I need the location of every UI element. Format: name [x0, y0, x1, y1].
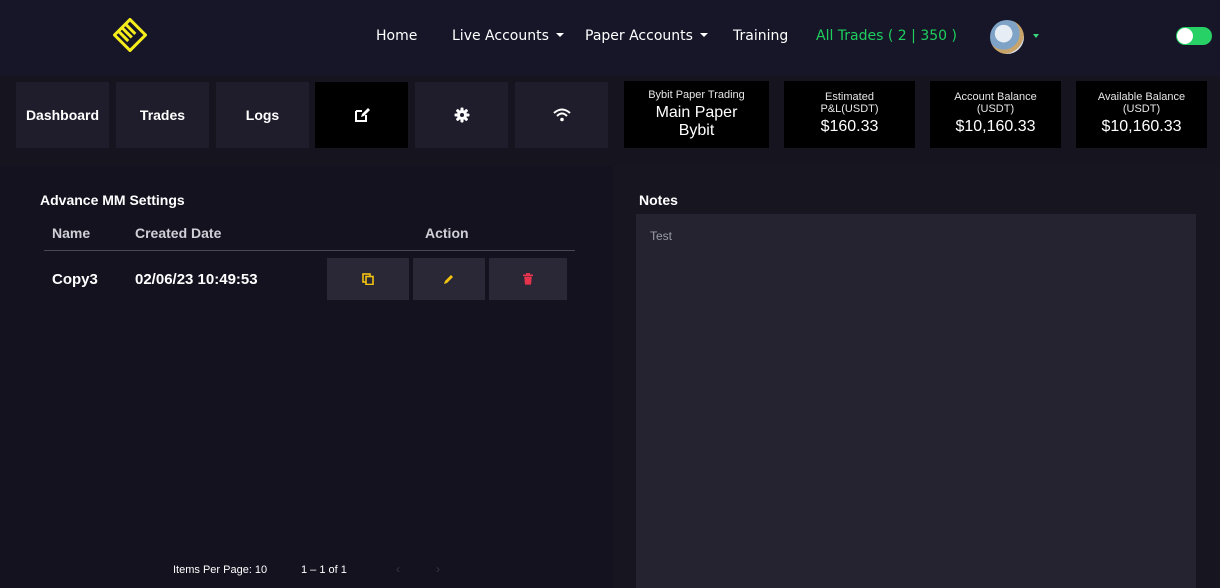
- panel-divider: [613, 166, 621, 588]
- row-name: Copy3: [52, 271, 98, 288]
- account-exchange: Bybit: [678, 122, 715, 139]
- copy-button[interactable]: [327, 258, 409, 300]
- trash-icon: [523, 273, 533, 285]
- items-per-page[interactable]: Items Per Page: 10: [173, 564, 267, 576]
- edit-row-button[interactable]: [413, 258, 485, 300]
- nav-live-accounts[interactable]: Live Accounts: [452, 28, 564, 44]
- copy-icon: [362, 273, 374, 285]
- available-balance-card: Available Balance (USDT) $10,160.33: [1076, 81, 1207, 148]
- pnl-label: Estimated: [825, 91, 874, 103]
- account-balance-card: Account Balance (USDT) $10,160.33: [930, 81, 1061, 148]
- tab-dashboard[interactable]: Dashboard: [16, 82, 109, 148]
- nav-paper-accounts[interactable]: Paper Accounts: [585, 28, 708, 44]
- chevron-left-icon[interactable]: ‹: [396, 562, 400, 576]
- account-balance-unit: (USDT): [976, 103, 1015, 115]
- tab-trades[interactable]: Trades: [116, 82, 209, 148]
- delete-button[interactable]: [489, 258, 567, 300]
- theme-toggle[interactable]: [1176, 27, 1212, 45]
- account-type-label: Bybit Paper Trading: [648, 89, 745, 101]
- account-balance-label: Account Balance: [954, 91, 1037, 103]
- nav-home[interactable]: Home: [376, 28, 417, 44]
- chevron-right-icon[interactable]: ›: [436, 562, 440, 576]
- avatar[interactable]: [990, 20, 1024, 54]
- pnl-value: $160.33: [820, 118, 879, 135]
- notes-title: Notes: [639, 192, 678, 208]
- row-created-date: 02/06/23 10:49:53: [135, 271, 258, 288]
- edit-button[interactable]: [315, 82, 408, 148]
- available-balance-label: Available Balance: [1097, 91, 1186, 103]
- nav-live-accounts-label: Live Accounts: [452, 28, 549, 44]
- notes-content: Test: [650, 229, 673, 243]
- available-balance-value: $10,160.33: [1101, 118, 1182, 135]
- table-header-divider: [44, 250, 575, 251]
- chevron-down-icon[interactable]: [1033, 34, 1039, 38]
- column-header-created-date: Created Date: [135, 225, 222, 241]
- settings-panel-title: Advance MM Settings: [40, 192, 185, 208]
- connection-button[interactable]: [515, 82, 608, 148]
- edit-icon: [354, 108, 370, 122]
- chevron-down-icon: [699, 33, 708, 37]
- nav-paper-accounts-label: Paper Accounts: [585, 28, 693, 44]
- account-balance-value: $10,160.33: [955, 118, 1036, 135]
- nav-training[interactable]: Training: [733, 28, 788, 44]
- pencil-icon: [444, 275, 453, 284]
- account-card: Bybit Paper Trading Main Paper Bybit: [624, 81, 769, 148]
- column-header-action: Action: [425, 225, 469, 241]
- pnl-unit-label: P&L(USDT): [820, 103, 879, 115]
- settings-button[interactable]: [415, 82, 508, 148]
- gear-icon: [454, 107, 469, 123]
- nav-all-trades[interactable]: All Trades ( 2 | 350 ): [816, 28, 957, 44]
- available-balance-unit: (USDT): [1122, 103, 1161, 115]
- pnl-card: Estimated P&L(USDT) $160.33: [784, 81, 915, 148]
- notes-textarea[interactable]: [636, 214, 1196, 588]
- settings-panel: [0, 166, 613, 588]
- toggle-knob: [1177, 28, 1193, 44]
- pagination-range: 1 – 1 of 1: [301, 564, 347, 576]
- tab-logs[interactable]: Logs: [216, 82, 309, 148]
- chevron-down-icon: [555, 33, 564, 37]
- brand-logo[interactable]: [113, 18, 147, 52]
- wifi-icon: [552, 108, 571, 122]
- account-name: Main Paper: [655, 104, 738, 121]
- column-header-name: Name: [52, 225, 91, 241]
